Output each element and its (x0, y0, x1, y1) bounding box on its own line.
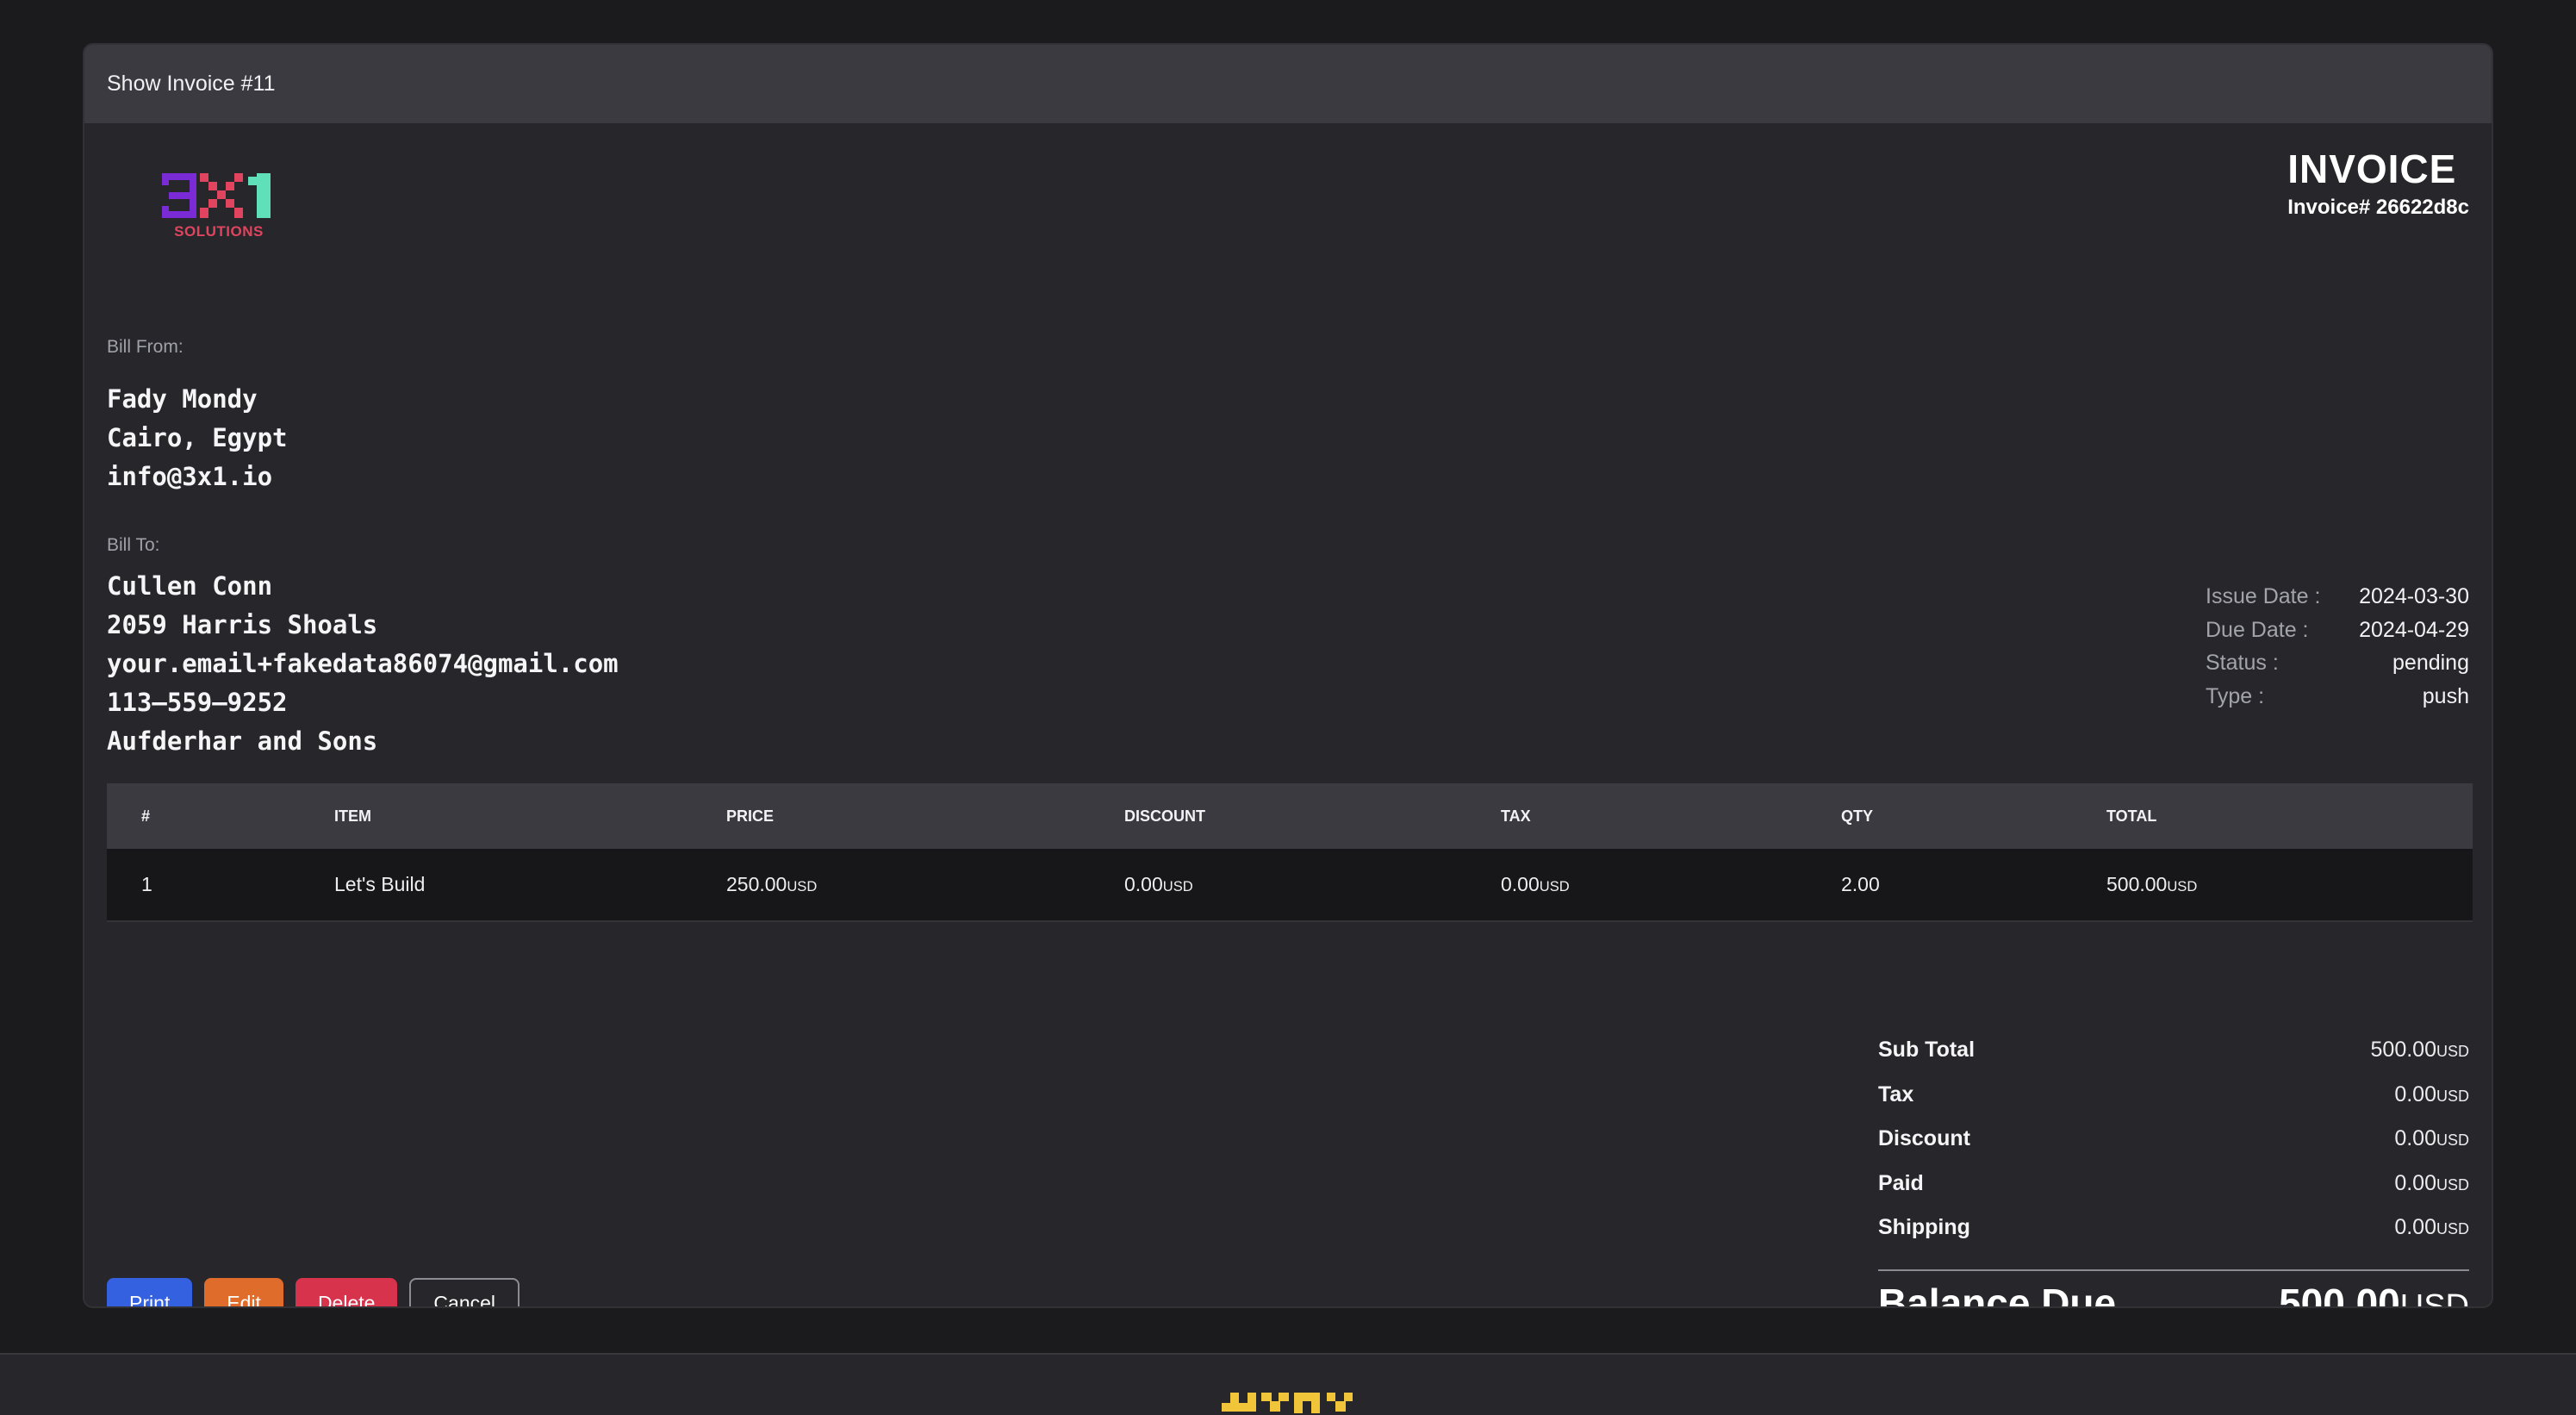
currency-label: USD (2399, 1287, 2469, 1308)
page-footer (0, 1353, 2576, 1415)
cell-price: 250.00USD (726, 849, 1124, 922)
cell-discount: 0.00USD (1124, 849, 1501, 922)
currency-label: USD (2436, 1131, 2469, 1149)
modal-body: SOLUTIONS INVOICE Invoice# 26622d8c Bill… (84, 123, 2492, 1306)
total-value: 500.00 (2106, 873, 2168, 895)
totals-divider (1878, 1269, 2469, 1271)
balance-due-label: Balance Due (1878, 1280, 2117, 1308)
invoice-heading: INVOICE Invoice# 26622d8c (2287, 146, 2469, 220)
shipping-row: Shipping 0.00USD (1878, 1206, 2469, 1250)
totals-label: Sub Total (1878, 1038, 1976, 1062)
bill-from-email: info@3x1.io (107, 462, 273, 491)
meta-due-date: Due Date : 2024-04-29 (2206, 614, 2469, 647)
cell-tax: 0.00USD (1501, 849, 1841, 922)
invoice-number: Invoice# 26622d8c (2287, 196, 2469, 219)
totals-value: 0.00USD (2394, 1162, 2469, 1206)
meta-key: Issue Date : (2206, 584, 2321, 608)
bill-to-address: 2059 Harris Shoals (107, 610, 378, 639)
meta-key: Type : (2206, 683, 2265, 708)
bill-to-label: Bill To: (107, 535, 160, 555)
print-button[interactable]: Print (107, 1278, 193, 1306)
bill-to-email: your.email+fakedata86074@gmail.com (107, 649, 619, 678)
logo-text: SOLUTIONS (174, 223, 264, 240)
delete-button[interactable]: Delete (295, 1278, 398, 1306)
meta-issue-date: Issue Date : 2024-03-30 (2206, 580, 2469, 614)
col-header-qty: QTY (1841, 783, 2106, 849)
totals-value: 0.00USD (2394, 1073, 2469, 1118)
invoice-title: INVOICE (2287, 146, 2457, 191)
price-value: 250.00 (726, 873, 787, 895)
items-table: # ITEM PRICE DISCOUNT TAX QTY TOTAL 1 Le… (107, 783, 2473, 922)
meta-value: 2024-03-30 (2359, 584, 2469, 608)
balance-due-value: 500.00USD (2279, 1280, 2469, 1308)
tax-value: 0.00 (1501, 873, 1540, 895)
subtotal-row: Sub Total 500.00USD (1878, 1028, 2469, 1073)
col-header-price: PRICE (726, 783, 1124, 849)
currency-label: USD (2436, 1220, 2469, 1237)
currency-label: USD (787, 878, 818, 895)
cell-item: Let's Build (334, 849, 726, 922)
currency-label: USD (2167, 878, 2198, 895)
totals-label: Tax (1878, 1082, 1914, 1106)
footer-logo-icon (1222, 1393, 1353, 1413)
col-header-tax: TAX (1501, 783, 1841, 849)
totals-value: 500.00USD (2371, 1028, 2469, 1073)
totals-label: Shipping (1878, 1215, 1970, 1239)
amount: 0.00 (2394, 1215, 2436, 1239)
col-header-discount: DISCOUNT (1124, 783, 1501, 849)
amount: 500.00 (2370, 1038, 2436, 1062)
amount: 0.00 (2394, 1170, 2436, 1195)
meta-value: 2024-04-29 (2359, 617, 2469, 642)
meta-value: push (2422, 683, 2469, 708)
discount-value: 0.00 (1124, 873, 1163, 895)
paid-row: Paid 0.00USD (1878, 1162, 2469, 1206)
edit-button[interactable]: Edit (204, 1278, 283, 1306)
table-row: 1 Let's Build 250.00USD 0.00USD 0.00USD … (107, 849, 2473, 922)
currency-label: USD (1162, 878, 1193, 895)
bill-from-label: Bill From: (107, 337, 184, 357)
meta-value: pending (2392, 651, 2469, 675)
tax-row: Tax 0.00USD (1878, 1073, 2469, 1118)
cell-qty: 2.00 (1841, 849, 2106, 922)
modal-title: Show Invoice #11 (107, 72, 276, 96)
modal-header: Show Invoice #11 (84, 45, 2492, 123)
table-header-row: # ITEM PRICE DISCOUNT TAX QTY TOTAL (107, 783, 2473, 849)
invoice-meta: Issue Date : 2024-03-30 Due Date : 2024-… (2206, 580, 2469, 713)
cell-number: 1 (107, 849, 334, 922)
meta-key: Due Date : (2206, 617, 2309, 642)
discount-row: Discount 0.00USD (1878, 1117, 2469, 1162)
col-header-item: ITEM (334, 783, 726, 849)
logo-mark-icon (162, 173, 271, 218)
currency-label: USD (2436, 1175, 2469, 1194)
currency-label: USD (2436, 1043, 2469, 1060)
amount: 500.00 (2279, 1280, 2400, 1308)
col-header-number: # (107, 783, 334, 849)
totals-value: 0.00USD (2394, 1206, 2469, 1250)
meta-status: Status : pending (2206, 646, 2469, 680)
action-buttons: Print Edit Delete Cancel (107, 1278, 520, 1306)
meta-type: Type : push (2206, 680, 2469, 714)
totals-summary: Sub Total 500.00USD Tax 0.00USD Discount… (1878, 1028, 2469, 1308)
bill-to-block: Cullen Conn 2059 Harris Shoals your.emai… (107, 567, 619, 761)
bill-from-name: Fady Mondy (107, 384, 258, 414)
balance-due-row: Balance Due 500.00USD (1878, 1280, 2469, 1308)
currency-label: USD (2436, 1087, 2469, 1105)
bill-to-phone: 113–559–9252 (107, 688, 288, 717)
amount: 0.00 (2394, 1082, 2436, 1106)
totals-label: Discount (1878, 1126, 1970, 1150)
meta-key: Status : (2206, 651, 2279, 675)
bill-to-name: Cullen Conn (107, 571, 273, 601)
cell-total: 500.00USD (2106, 849, 2473, 922)
totals-label: Paid (1878, 1170, 1924, 1195)
invoice-modal: Show Invoice #11 SOLUTIONS INVOICE Invoi… (83, 43, 2493, 1308)
company-logo: SOLUTIONS (162, 170, 276, 240)
totals-value: 0.00USD (2394, 1117, 2469, 1162)
col-header-total: TOTAL (2106, 783, 2473, 849)
currency-label: USD (1539, 878, 1570, 895)
amount: 0.00 (2394, 1126, 2436, 1150)
bill-from-block: Fady Mondy Cairo, Egypt info@3x1.io (107, 380, 288, 496)
cancel-button[interactable]: Cancel (409, 1278, 520, 1306)
bill-to-company: Aufderhar and Sons (107, 726, 378, 756)
bill-from-address: Cairo, Egypt (107, 423, 288, 452)
